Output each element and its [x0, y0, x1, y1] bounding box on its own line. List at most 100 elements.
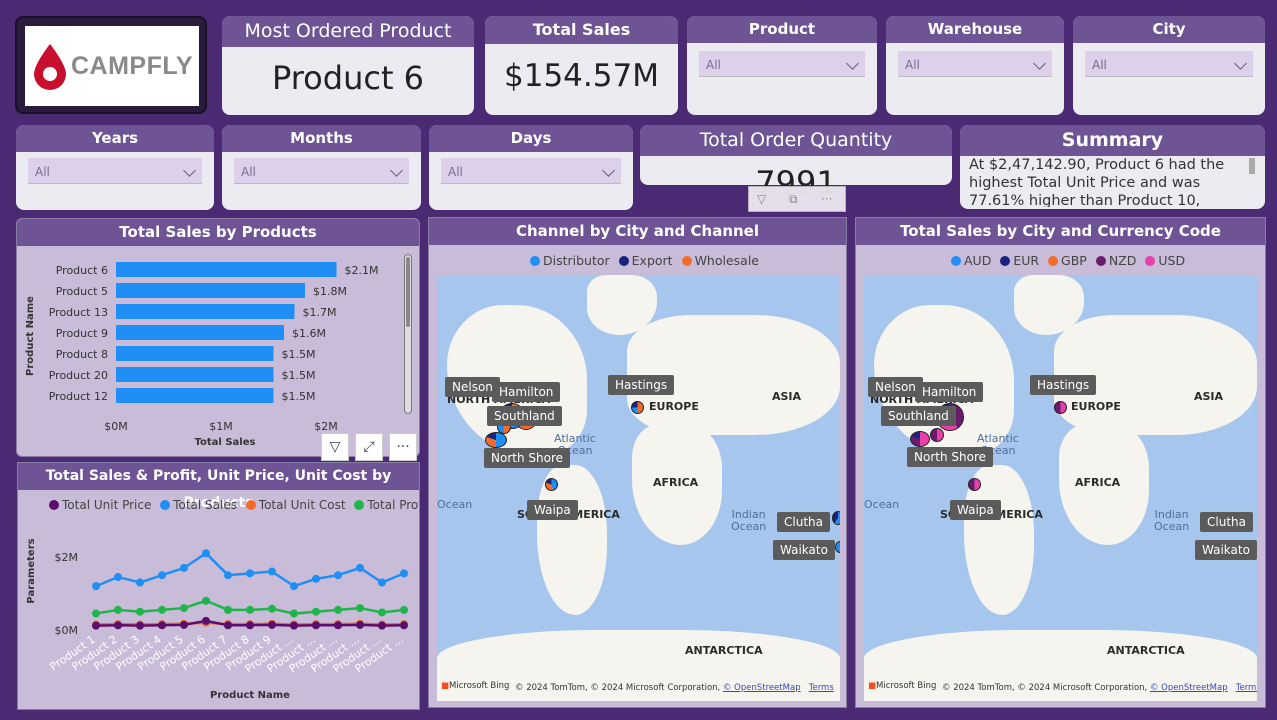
city-pie-marker[interactable]: [485, 432, 507, 448]
series-point: [400, 605, 408, 614]
legend-item[interactable]: USD: [1140, 253, 1185, 268]
legend-item[interactable]: Total Sales: [155, 498, 237, 512]
city-label[interactable]: Waikato: [773, 540, 835, 560]
product-dropdown[interactable]: All: [699, 51, 865, 77]
legend-item[interactable]: EUR: [995, 253, 1039, 268]
city-pie-marker[interactable]: [1054, 401, 1067, 414]
terms-link[interactable]: Terms: [809, 683, 834, 693]
series-point: [202, 596, 210, 605]
logo-card: CAMPFLY: [15, 16, 207, 114]
city-pie-marker[interactable]: [545, 478, 558, 491]
x-tick-label: $1M: [209, 420, 233, 433]
filter-icon[interactable]: ▽: [757, 187, 766, 211]
legend-item[interactable]: Wholesale: [677, 253, 759, 268]
legend-item[interactable]: Total Unit Price: [44, 498, 151, 512]
city-label[interactable]: Southland: [881, 406, 956, 426]
world-map[interactable]: NORTH AMERICA EUROPE ASIA AFRICA SOUTH A…: [437, 275, 840, 701]
city-dropdown[interactable]: All: [1085, 51, 1253, 77]
summary-scrollbar[interactable]: [1249, 158, 1255, 174]
focus-mode-icon[interactable]: ⧉: [789, 187, 798, 211]
legend-item[interactable]: NZD: [1091, 253, 1136, 268]
osm-link[interactable]: © OpenStreetMap: [1150, 683, 1228, 693]
series-point: [334, 621, 342, 630]
legend-item[interactable]: Export: [614, 253, 673, 268]
legend-item[interactable]: AUD: [946, 253, 991, 268]
bar: [116, 304, 295, 319]
city-pie-marker[interactable]: [930, 428, 944, 442]
legend-item[interactable]: Total Profit: [349, 498, 419, 512]
focus-mode-icon[interactable]: ⤢: [355, 433, 383, 461]
city-label[interactable]: Hastings: [608, 375, 675, 395]
city-label[interactable]: Hamilton: [915, 382, 984, 402]
scrollbar-thumb[interactable]: [406, 257, 410, 327]
y-axis-title: Parameters: [26, 538, 37, 603]
map2-legend: AUD EUR GBP NZD USD: [946, 253, 1185, 268]
city-label[interactable]: Southland: [487, 406, 562, 426]
legend-item[interactable]: GBP: [1043, 253, 1087, 268]
series-point: [158, 571, 166, 580]
legend-item[interactable]: Distributor: [525, 253, 610, 268]
legend-dot: [49, 500, 59, 510]
city-label[interactable]: Waipa: [527, 500, 578, 520]
city-label[interactable]: Waikato: [1195, 540, 1257, 560]
city-pie-marker[interactable]: [968, 478, 981, 491]
series-point: [334, 605, 342, 614]
months-dropdown[interactable]: All: [234, 158, 409, 184]
ocean-label: Ocean: [437, 498, 473, 511]
city-label[interactable]: Waipa: [950, 500, 1001, 520]
legend-item[interactable]: Total Unit Cost: [241, 498, 346, 512]
dropdown-value: All: [448, 165, 463, 179]
visual-header-icons: ▽ ⧉ ···: [748, 186, 846, 212]
more-options-icon[interactable]: ···: [389, 433, 417, 461]
world-map[interactable]: NORTH AMERICA EUROPE ASIA AFRICA SOUTH A…: [864, 275, 1257, 701]
bar-chart: Product 6 $2.1M Product 5 $1.8M Product 13 $1…: [25, 262, 378, 448]
city-pie-marker[interactable]: [910, 431, 930, 447]
chart-scrollbar[interactable]: [404, 254, 412, 414]
bar-data-label: $1.5M: [282, 369, 316, 382]
series-point: [92, 621, 100, 630]
legend-label: Total Unit Price: [62, 498, 152, 512]
continent-label: ANTARCTICA: [685, 644, 763, 657]
continent-label: ASIA: [1194, 390, 1224, 403]
city-label[interactable]: North Shore: [907, 447, 993, 467]
terms-link[interactable]: Terms: [1236, 683, 1257, 693]
series-point: [290, 609, 298, 618]
series-point: [400, 621, 408, 630]
city-label[interactable]: Clutha: [1200, 512, 1253, 532]
total-sales-value: $154.57M: [504, 58, 659, 94]
days-dropdown[interactable]: All: [441, 158, 621, 184]
series-point: [246, 605, 254, 614]
legend-label: USD: [1158, 253, 1186, 268]
legend-dot: [530, 256, 540, 266]
city-label[interactable]: North Shore: [484, 448, 570, 468]
series-point: [136, 607, 144, 616]
more-options-icon[interactable]: ···: [821, 187, 832, 211]
warehouse-dropdown[interactable]: All: [898, 51, 1052, 77]
bar-data-label: $1.5M: [282, 390, 316, 403]
city-label[interactable]: Clutha: [777, 512, 830, 532]
osm-link[interactable]: © OpenStreetMap: [723, 683, 801, 693]
city-pie-marker[interactable]: [832, 511, 840, 525]
line-chart: $2M$0MProduct 1Product 2Product 3Product…: [26, 538, 408, 701]
bing-logo: ■Microsoft Bing: [441, 681, 510, 691]
chevron-down-icon: [846, 57, 859, 70]
card-title: Most Ordered Product: [222, 16, 474, 47]
years-dropdown[interactable]: All: [28, 158, 202, 184]
bar-chart-panel: Total Sales by Products Product 6 $2.1M Pr…: [16, 218, 420, 457]
city-pie-marker[interactable]: [835, 541, 840, 553]
summary-text: At $2,47,142.90, Product 6 had the highe…: [969, 157, 1225, 207]
series-point: [312, 574, 320, 583]
continent-label: ANTARCTICA: [1107, 644, 1185, 657]
map-copyright: © 2024 TomTom, © 2024 Microsoft Corporat…: [942, 683, 1257, 693]
filter-icon[interactable]: ▽: [321, 433, 349, 461]
dropdown-value: All: [706, 58, 721, 72]
city-label[interactable]: Hamilton: [492, 382, 561, 402]
months-slicer: Months All: [222, 125, 421, 210]
city-label[interactable]: Hastings: [1030, 375, 1097, 395]
legend-dot: [681, 256, 692, 266]
total-sales-card: Total Sales $154.57M: [485, 16, 678, 115]
bar-category-label: Product 9: [56, 327, 108, 340]
bar-category-label: Product 5: [56, 285, 108, 298]
bar-data-label: $1.7M: [303, 306, 337, 319]
city-pie-marker[interactable]: [631, 401, 644, 414]
